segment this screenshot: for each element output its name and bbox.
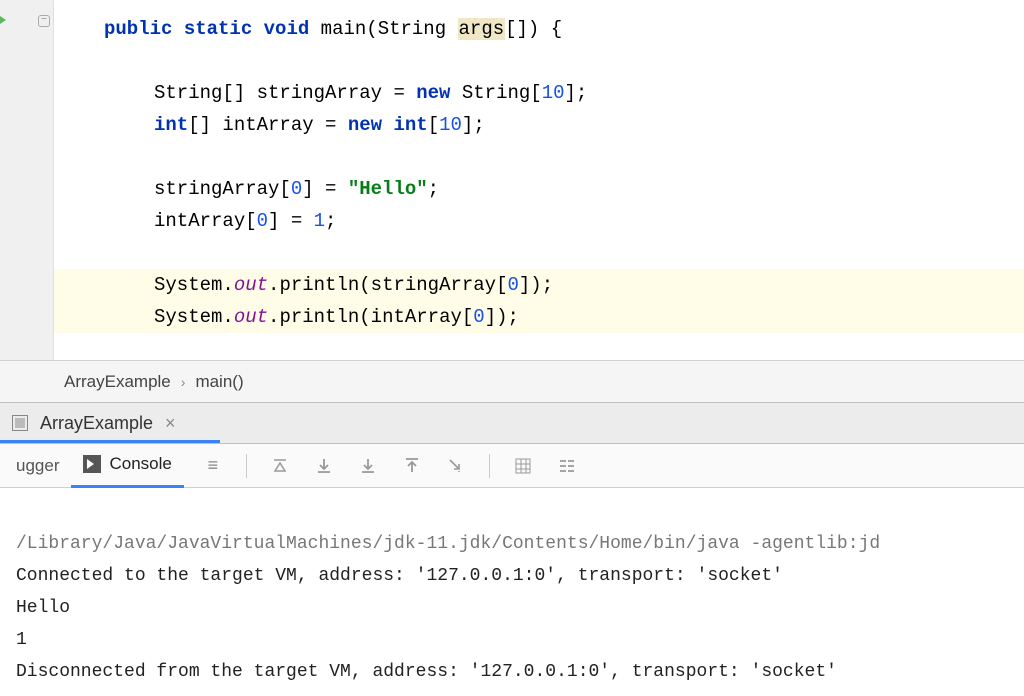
code-line[interactable]: int[] intArray = new int[10];: [54, 109, 1024, 141]
console-line: /Library/Java/JavaVirtualMachines/jdk-11…: [16, 534, 880, 554]
editor-gutter[interactable]: −: [0, 0, 54, 360]
upload-icon[interactable]: [401, 455, 423, 477]
code-line[interactable]: [54, 141, 1024, 173]
download-icon[interactable]: [313, 455, 335, 477]
console-icon: [83, 455, 101, 473]
code-line[interactable]: public static void main(String args[]) {: [54, 13, 1024, 45]
run-tab-name[interactable]: ArrayExample: [40, 413, 153, 434]
console-line: 1: [16, 630, 27, 650]
code-area[interactable]: public static void main(String args[]) {…: [54, 0, 1024, 360]
close-icon[interactable]: ×: [165, 413, 176, 434]
console-line: Connected to the target VM, address: '12…: [16, 566, 783, 586]
code-line[interactable]: String[] stringArray = new String[10];: [54, 77, 1024, 109]
console-output[interactable]: /Library/Java/JavaVirtualMachines/jdk-11…: [0, 488, 1024, 696]
separator: [489, 454, 490, 478]
soft-wrap-icon[interactable]: ≡: [202, 455, 224, 477]
run-tabs: ArrayExample ×: [0, 402, 1024, 444]
fold-icon[interactable]: −: [38, 15, 50, 27]
code-line[interactable]: [54, 237, 1024, 269]
scroll-end-icon[interactable]: [445, 455, 467, 477]
breadcrumb-class[interactable]: ArrayExample: [64, 372, 171, 392]
code-line[interactable]: System.out.println(intArray[0]);: [54, 301, 1024, 333]
console-line: Hello: [16, 598, 70, 618]
code-line[interactable]: System.out.println(stringArray[0]);: [54, 269, 1024, 301]
chevron-right-icon: ›: [181, 374, 186, 390]
code-line[interactable]: stringArray[0] = "Hello";: [54, 173, 1024, 205]
editor-pane: − public static void main(String args[])…: [0, 0, 1024, 360]
console-toolbar: ugger Console ≡: [0, 444, 1024, 488]
code-line[interactable]: intArray[0] = 1;: [54, 205, 1024, 237]
download-icon-2[interactable]: [357, 455, 379, 477]
breadcrumb[interactable]: ArrayExample › main(): [0, 360, 1024, 402]
toolbar-icons: ≡: [202, 454, 578, 478]
tab-console-label: Console: [109, 454, 171, 474]
grid-icon[interactable]: [512, 455, 534, 477]
scroll-top-icon[interactable]: [269, 455, 291, 477]
breadcrumb-method[interactable]: main(): [195, 372, 243, 392]
run-config-icon[interactable]: [12, 415, 28, 431]
run-gutter-icon[interactable]: [0, 12, 6, 28]
code-line[interactable]: [54, 45, 1024, 77]
console-line: Disconnected from the target VM, address…: [16, 662, 837, 682]
separator: [246, 454, 247, 478]
filter-icon[interactable]: [556, 455, 578, 477]
tab-console[interactable]: Console: [71, 444, 183, 488]
tab-debugger[interactable]: ugger: [4, 444, 71, 488]
